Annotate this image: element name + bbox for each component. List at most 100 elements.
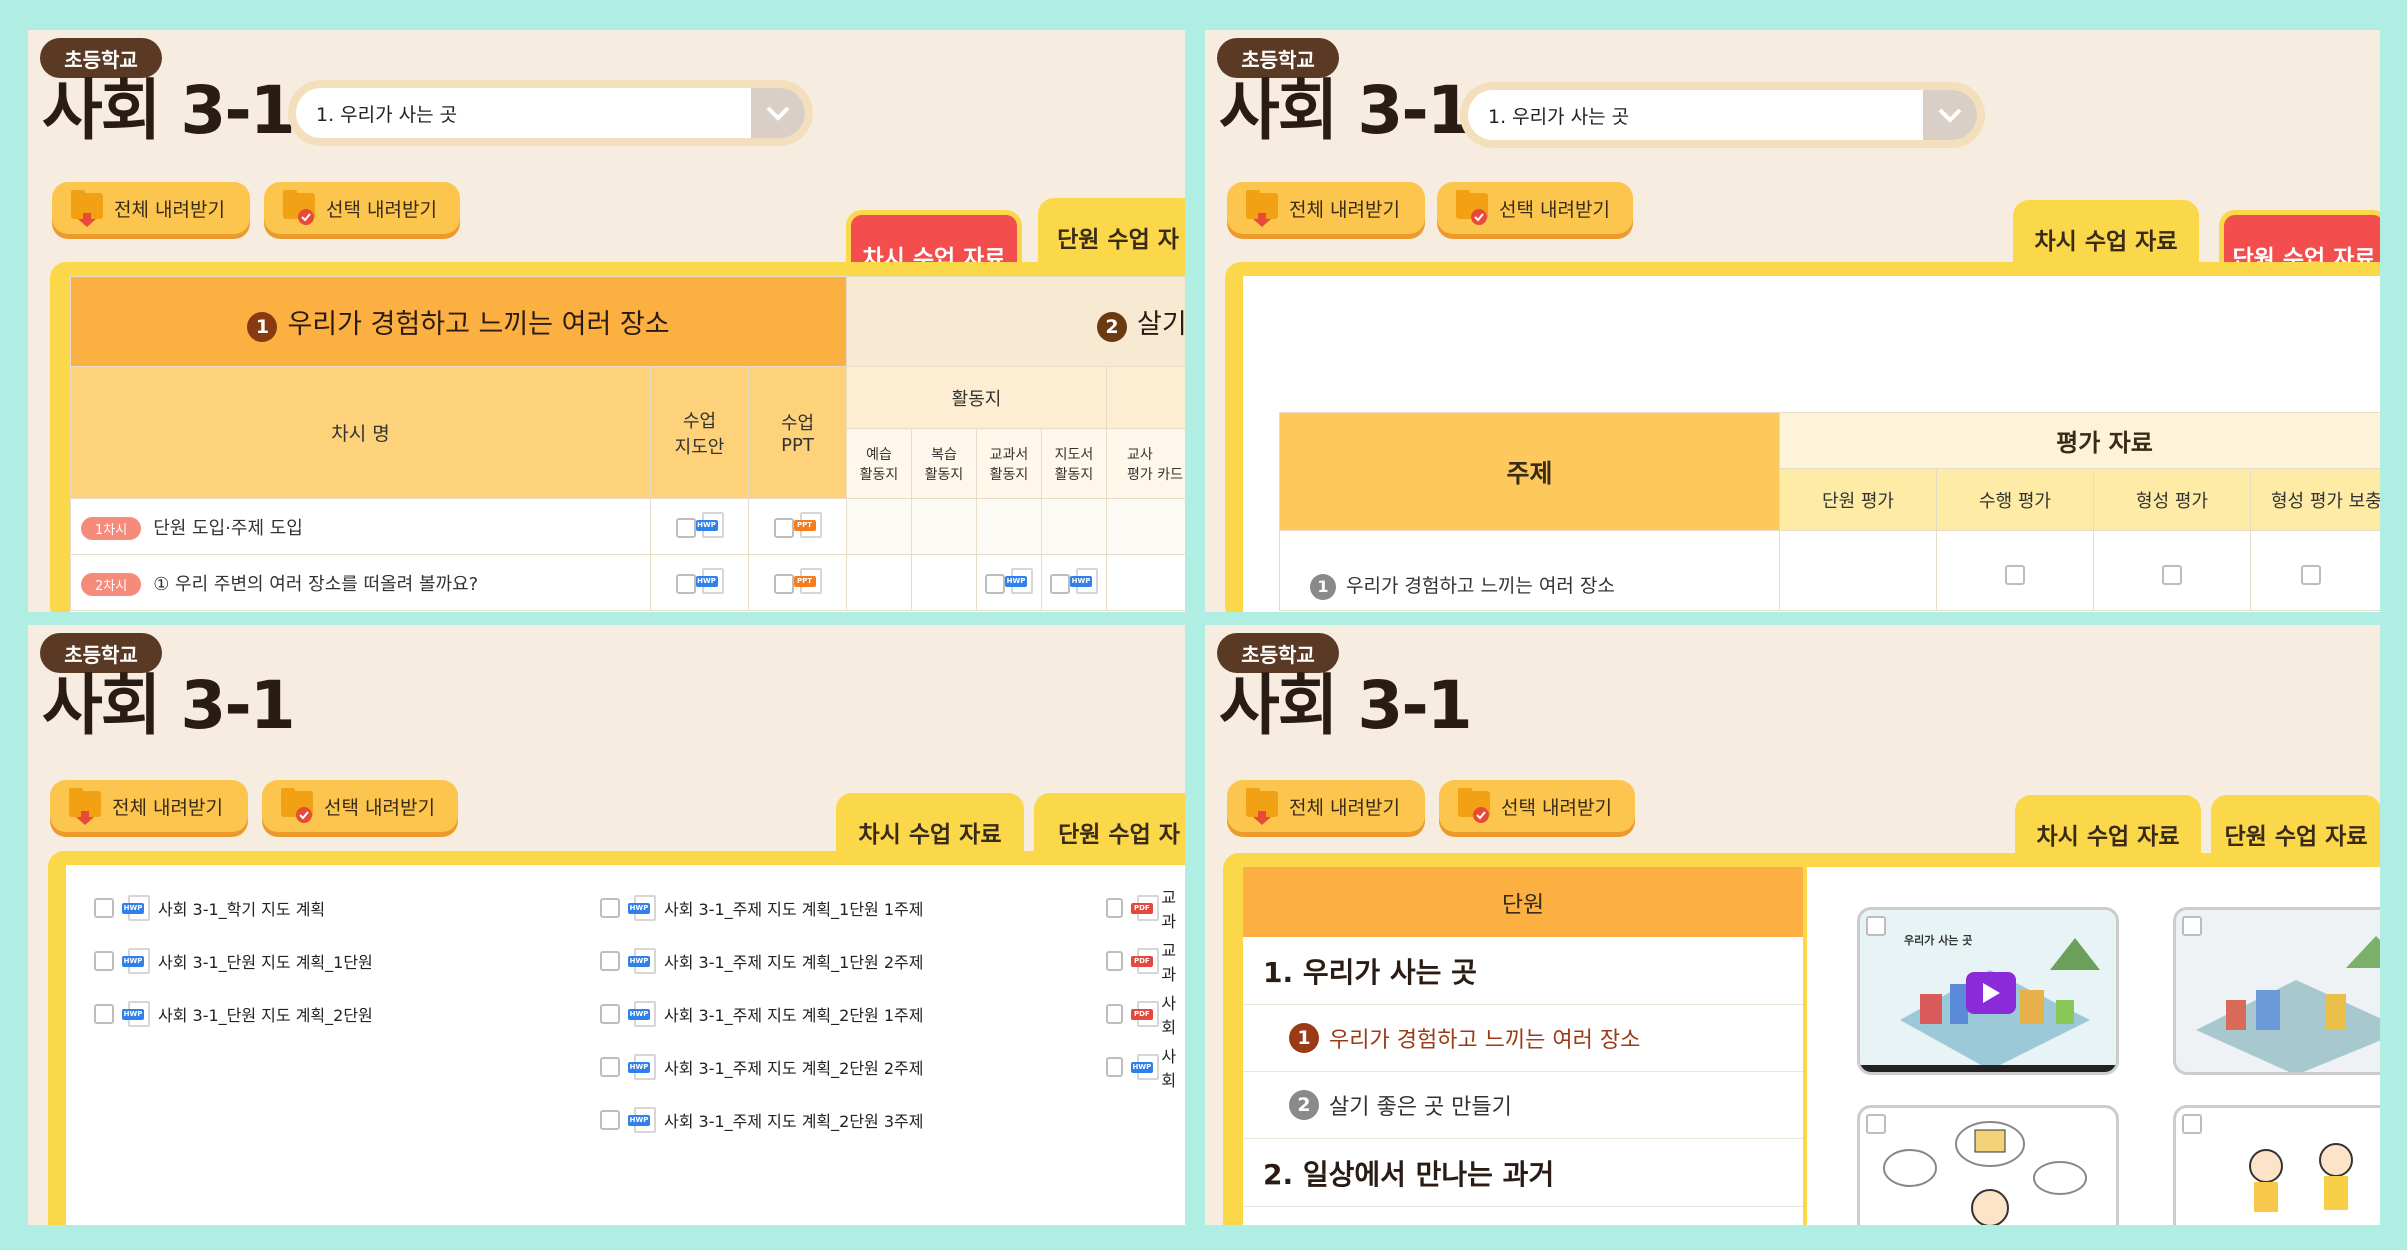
file-list-col-3: PDF 교과 PDF 교과 PDF 사회 HWP 사회 <box>1106 881 1185 1093</box>
checkbox[interactable] <box>985 573 1005 594</box>
file-item[interactable]: HWP 사회 3-1_단원 지도 계획_1단원 <box>94 934 373 987</box>
video-thumbnail[interactable]: 우리가 사는 곳 <box>1857 907 2119 1075</box>
checkbox[interactable] <box>1106 897 1123 918</box>
hwp-file-icon[interactable]: HWP <box>1005 567 1033 594</box>
download-all-button[interactable]: 전체 내려받기 <box>50 780 248 832</box>
checkbox[interactable] <box>675 517 696 538</box>
checkbox[interactable] <box>94 897 114 918</box>
section-num-1: 1 <box>247 311 278 342</box>
checkbox[interactable] <box>2162 565 2182 585</box>
checkbox[interactable] <box>600 1003 620 1024</box>
download-all-button[interactable]: 전체 내려받기 <box>1227 182 1425 234</box>
section-title-1: 우리가 경험하고 느끼는 여러 장소 <box>287 308 670 340</box>
hwp-file-icon[interactable]: HWP <box>695 511 724 538</box>
file-item[interactable]: PDF 교과 <box>1106 934 1185 987</box>
file-item[interactable]: PDF 사회 <box>1106 987 1185 1040</box>
unit-item-2[interactable]: 2. 일상에서 만나는 과거 <box>1243 1139 1803 1207</box>
unit-select[interactable]: 1. 우리가 사는 곳 <box>1460 82 1985 148</box>
file-name: 사회 3-1_주제 지도 계획_1단원 2주제 <box>664 952 924 972</box>
section-title-2: 살기 <box>1137 308 1185 340</box>
checkbox[interactable] <box>600 1109 620 1130</box>
chevron-down-icon[interactable] <box>1923 90 1977 140</box>
hwp-file-icon: HWP <box>122 947 150 974</box>
lesson-badge: 2차시 <box>81 572 142 596</box>
file-item[interactable]: HWP 사회 3-1_학기 지도 계획 <box>94 881 373 934</box>
page-title: 사회 3-1 <box>1219 72 1473 149</box>
sub-col: 지도서 활동지 <box>1041 428 1107 499</box>
topic-item-1[interactable]: 1 우리가 경험하고 느끼는 여러 장소 <box>1243 1005 1803 1072</box>
download-selected-button[interactable]: 선택 내려받기 <box>262 780 458 832</box>
download-selected-button[interactable]: 선택 내려받기 <box>1437 182 1633 234</box>
hwp-file-icon: HWP <box>628 947 656 974</box>
play-icon[interactable] <box>1966 972 2016 1014</box>
hwp-file-icon[interactable]: HWP <box>1070 567 1098 594</box>
eval-col: 단원 평가 <box>1779 468 1937 531</box>
hwp-file-icon[interactable]: HWP <box>695 567 724 594</box>
checkbox[interactable] <box>1106 1056 1123 1077</box>
topic-num-2: 2 <box>1289 1090 1319 1120</box>
checkbox[interactable] <box>600 897 620 918</box>
file-item[interactable]: HWP 사회 3-1_주제 지도 계획_1단원 2주제 <box>600 934 923 987</box>
file-item[interactable]: HWP 사회 3-1_주제 지도 계획_1단원 1주제 <box>600 881 923 934</box>
checkbox[interactable] <box>1106 1003 1123 1024</box>
unit-select-value: 1. 우리가 사는 곳 <box>316 103 458 126</box>
checkbox[interactable] <box>600 950 620 971</box>
topic-item-2[interactable]: 2 살기 좋은 곳 만들기 <box>1243 1072 1803 1139</box>
video-thumbnail[interactable] <box>2173 907 2380 1075</box>
file-item[interactable]: HWP 사회 3-1_단원 지도 계획_2단원 <box>94 987 373 1040</box>
lesson-badge: 1차시 <box>81 516 142 540</box>
topic-label-2: 살기 좋은 곳 만들기 <box>1329 1095 1512 1120</box>
topic-num: 1 <box>1310 573 1336 600</box>
chevron-down-icon[interactable] <box>751 88 805 138</box>
video-area: 단원 1. 우리가 사는 곳 1 우리가 경험하고 느끼는 여러 장소 2 살기 좋… <box>1243 867 2380 1225</box>
download-selected-label: 선택 내려받기 <box>324 796 435 819</box>
hwp-file-icon: HWP <box>122 894 150 921</box>
file-item[interactable]: HWP 사회 3-1_주제 지도 계획_2단원 3주제 <box>600 1093 923 1146</box>
file-name: 교과 <box>1161 940 1177 984</box>
checkbox[interactable] <box>600 1056 620 1077</box>
folder-download-icon <box>71 190 103 227</box>
evaluation-table: 주제 평가 자료 단원 평가 수행 평가 형성 평가 형성 평가 보충 1 우리가… <box>1279 412 2380 611</box>
tab-unit-label: 단원 수업 자 <box>1058 822 1180 848</box>
checkbox[interactable] <box>94 1003 114 1024</box>
folder-download-icon <box>1246 788 1278 825</box>
file-name: 사회 3-1_주제 지도 계획_2단원 1주제 <box>664 1005 924 1025</box>
file-item[interactable]: PDF 교과 <box>1106 881 1185 934</box>
folder-download-icon <box>1246 190 1278 227</box>
page-title: 사회 3-1 <box>42 667 296 744</box>
file-item[interactable]: HWP 사회 3-1_주제 지도 계획_2단원 2주제 <box>600 1040 923 1093</box>
checkbox[interactable] <box>2005 565 2025 585</box>
ppt-file-icon[interactable]: PPT <box>793 567 822 594</box>
checkbox[interactable] <box>2301 565 2321 585</box>
ppt-file-icon[interactable]: PPT <box>793 511 822 538</box>
checkbox[interactable] <box>773 573 794 594</box>
panel-plan-files: 초등학교 사회 3-1 전체 내려받기 선택 내려받기 차시 수업 자료 단원 … <box>28 625 1185 1225</box>
download-selected-button[interactable]: 선택 내려받기 <box>1439 780 1635 832</box>
checkbox[interactable] <box>1050 573 1070 594</box>
download-all-button[interactable]: 전체 내려받기 <box>52 182 250 234</box>
checkbox[interactable] <box>1106 950 1123 971</box>
file-item[interactable]: HWP 사회 <box>1106 1040 1185 1093</box>
folder-check-icon <box>1456 190 1488 225</box>
unit-item-1[interactable]: 1. 우리가 사는 곳 <box>1243 937 1803 1005</box>
tab-lesson-label: 차시 수업 자료 <box>858 822 1002 848</box>
checkbox[interactable] <box>94 950 114 971</box>
folder-check-icon <box>283 190 315 225</box>
lesson-table-area: 1 우리가 경험하고 느끼는 여러 장소 2 살기 차시 명 수업 지도안 수업 P… <box>70 276 1185 612</box>
group-evaluation: 평가 자료 <box>1779 412 2380 469</box>
unit-select[interactable]: 1. 우리가 사는 곳 <box>288 80 813 146</box>
checkbox[interactable] <box>675 573 696 594</box>
video-thumbnail[interactable] <box>1857 1105 2119 1225</box>
download-selected-button[interactable]: 선택 내려받기 <box>264 182 460 234</box>
checkbox[interactable] <box>773 517 794 538</box>
video-thumbnail[interactable] <box>2173 1105 2380 1225</box>
download-all-button[interactable]: 전체 내려받기 <box>1227 780 1425 832</box>
file-item[interactable]: HWP 사회 3-1_주제 지도 계획_2단원 1주제 <box>600 987 923 1040</box>
pdf-file-icon: PDF <box>1130 1000 1159 1027</box>
sub-col: 교사 평가 카드 <box>1105 428 1185 499</box>
file-list-col-2: HWP 사회 3-1_주제 지도 계획_1단원 1주제 HWP 사회 3-1_주제 … <box>600 881 923 1146</box>
panel-unit-evaluation: 초등학교 사회 3-1 1. 우리가 사는 곳 전체 내려받기 선택 내려받기 … <box>1205 30 2380 612</box>
lesson-name: 단원 도입·주제 도입 <box>153 517 303 539</box>
download-selected-label: 선택 내려받기 <box>326 198 437 221</box>
col-topic: 주제 <box>1279 412 1780 531</box>
